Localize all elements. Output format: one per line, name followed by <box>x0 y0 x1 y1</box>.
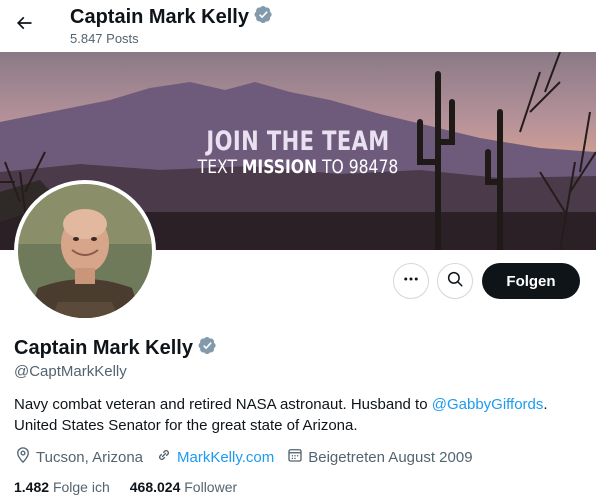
profile-meta: Tucson, Arizona MarkKelly.com Beigetrete… <box>14 446 485 468</box>
following-stat[interactable]: 1.482 Folge ich <box>14 479 110 495</box>
verified-badge-icon[interactable] <box>198 336 217 361</box>
location-item: Tucson, Arizona <box>14 446 143 468</box>
profile-handle: @CaptMarkKelly <box>14 363 127 380</box>
avatar[interactable] <box>14 180 156 322</box>
profile-name: Captain Mark Kelly <box>14 336 217 361</box>
search-icon <box>446 270 464 293</box>
banner-subline: TEXT MISSION TO 98478 <box>197 156 399 178</box>
verified-badge-icon[interactable] <box>254 5 273 30</box>
followers-count: 468.024 <box>129 479 181 495</box>
website-link[interactable]: MarkKelly.com <box>177 449 274 466</box>
banner-headline: JOIN THE TEAM <box>206 126 390 157</box>
header-title: Captain Mark Kelly <box>70 5 273 30</box>
more-button[interactable] <box>393 263 429 299</box>
back-button[interactable] <box>9 10 39 40</box>
location-pin-icon <box>14 446 32 468</box>
more-dots-icon <box>402 270 420 293</box>
joined-item: Beigetreten August 2009 <box>286 446 473 468</box>
joined-text: Beigetreten August 2009 <box>308 448 473 466</box>
profile-stats: 1.482 Folge ich 468.024 Follower <box>14 479 257 495</box>
calendar-icon <box>286 446 304 468</box>
post-count: 5.847 Posts <box>70 31 139 46</box>
search-button[interactable] <box>437 263 473 299</box>
header-name: Captain Mark Kelly <box>70 6 249 28</box>
link-icon <box>155 446 173 468</box>
profile-header: Captain Mark Kelly 5.847 Posts <box>0 0 596 52</box>
followers-stat[interactable]: 468.024 Follower <box>130 479 237 495</box>
follow-button[interactable]: Folgen <box>482 263 580 299</box>
display-name: Captain Mark Kelly <box>14 337 193 359</box>
location-text: Tucson, Arizona <box>36 448 143 466</box>
following-count: 1.482 <box>14 479 50 495</box>
website-item: MarkKelly.com <box>155 446 274 468</box>
arrow-left-icon <box>14 13 34 38</box>
followers-label: Follower <box>184 479 238 495</box>
mention-link[interactable]: @GabbyGiffords <box>432 396 544 413</box>
following-label: Folge ich <box>52 479 110 495</box>
profile-bio: Navy combat veteran and retired NASA ast… <box>14 396 548 434</box>
